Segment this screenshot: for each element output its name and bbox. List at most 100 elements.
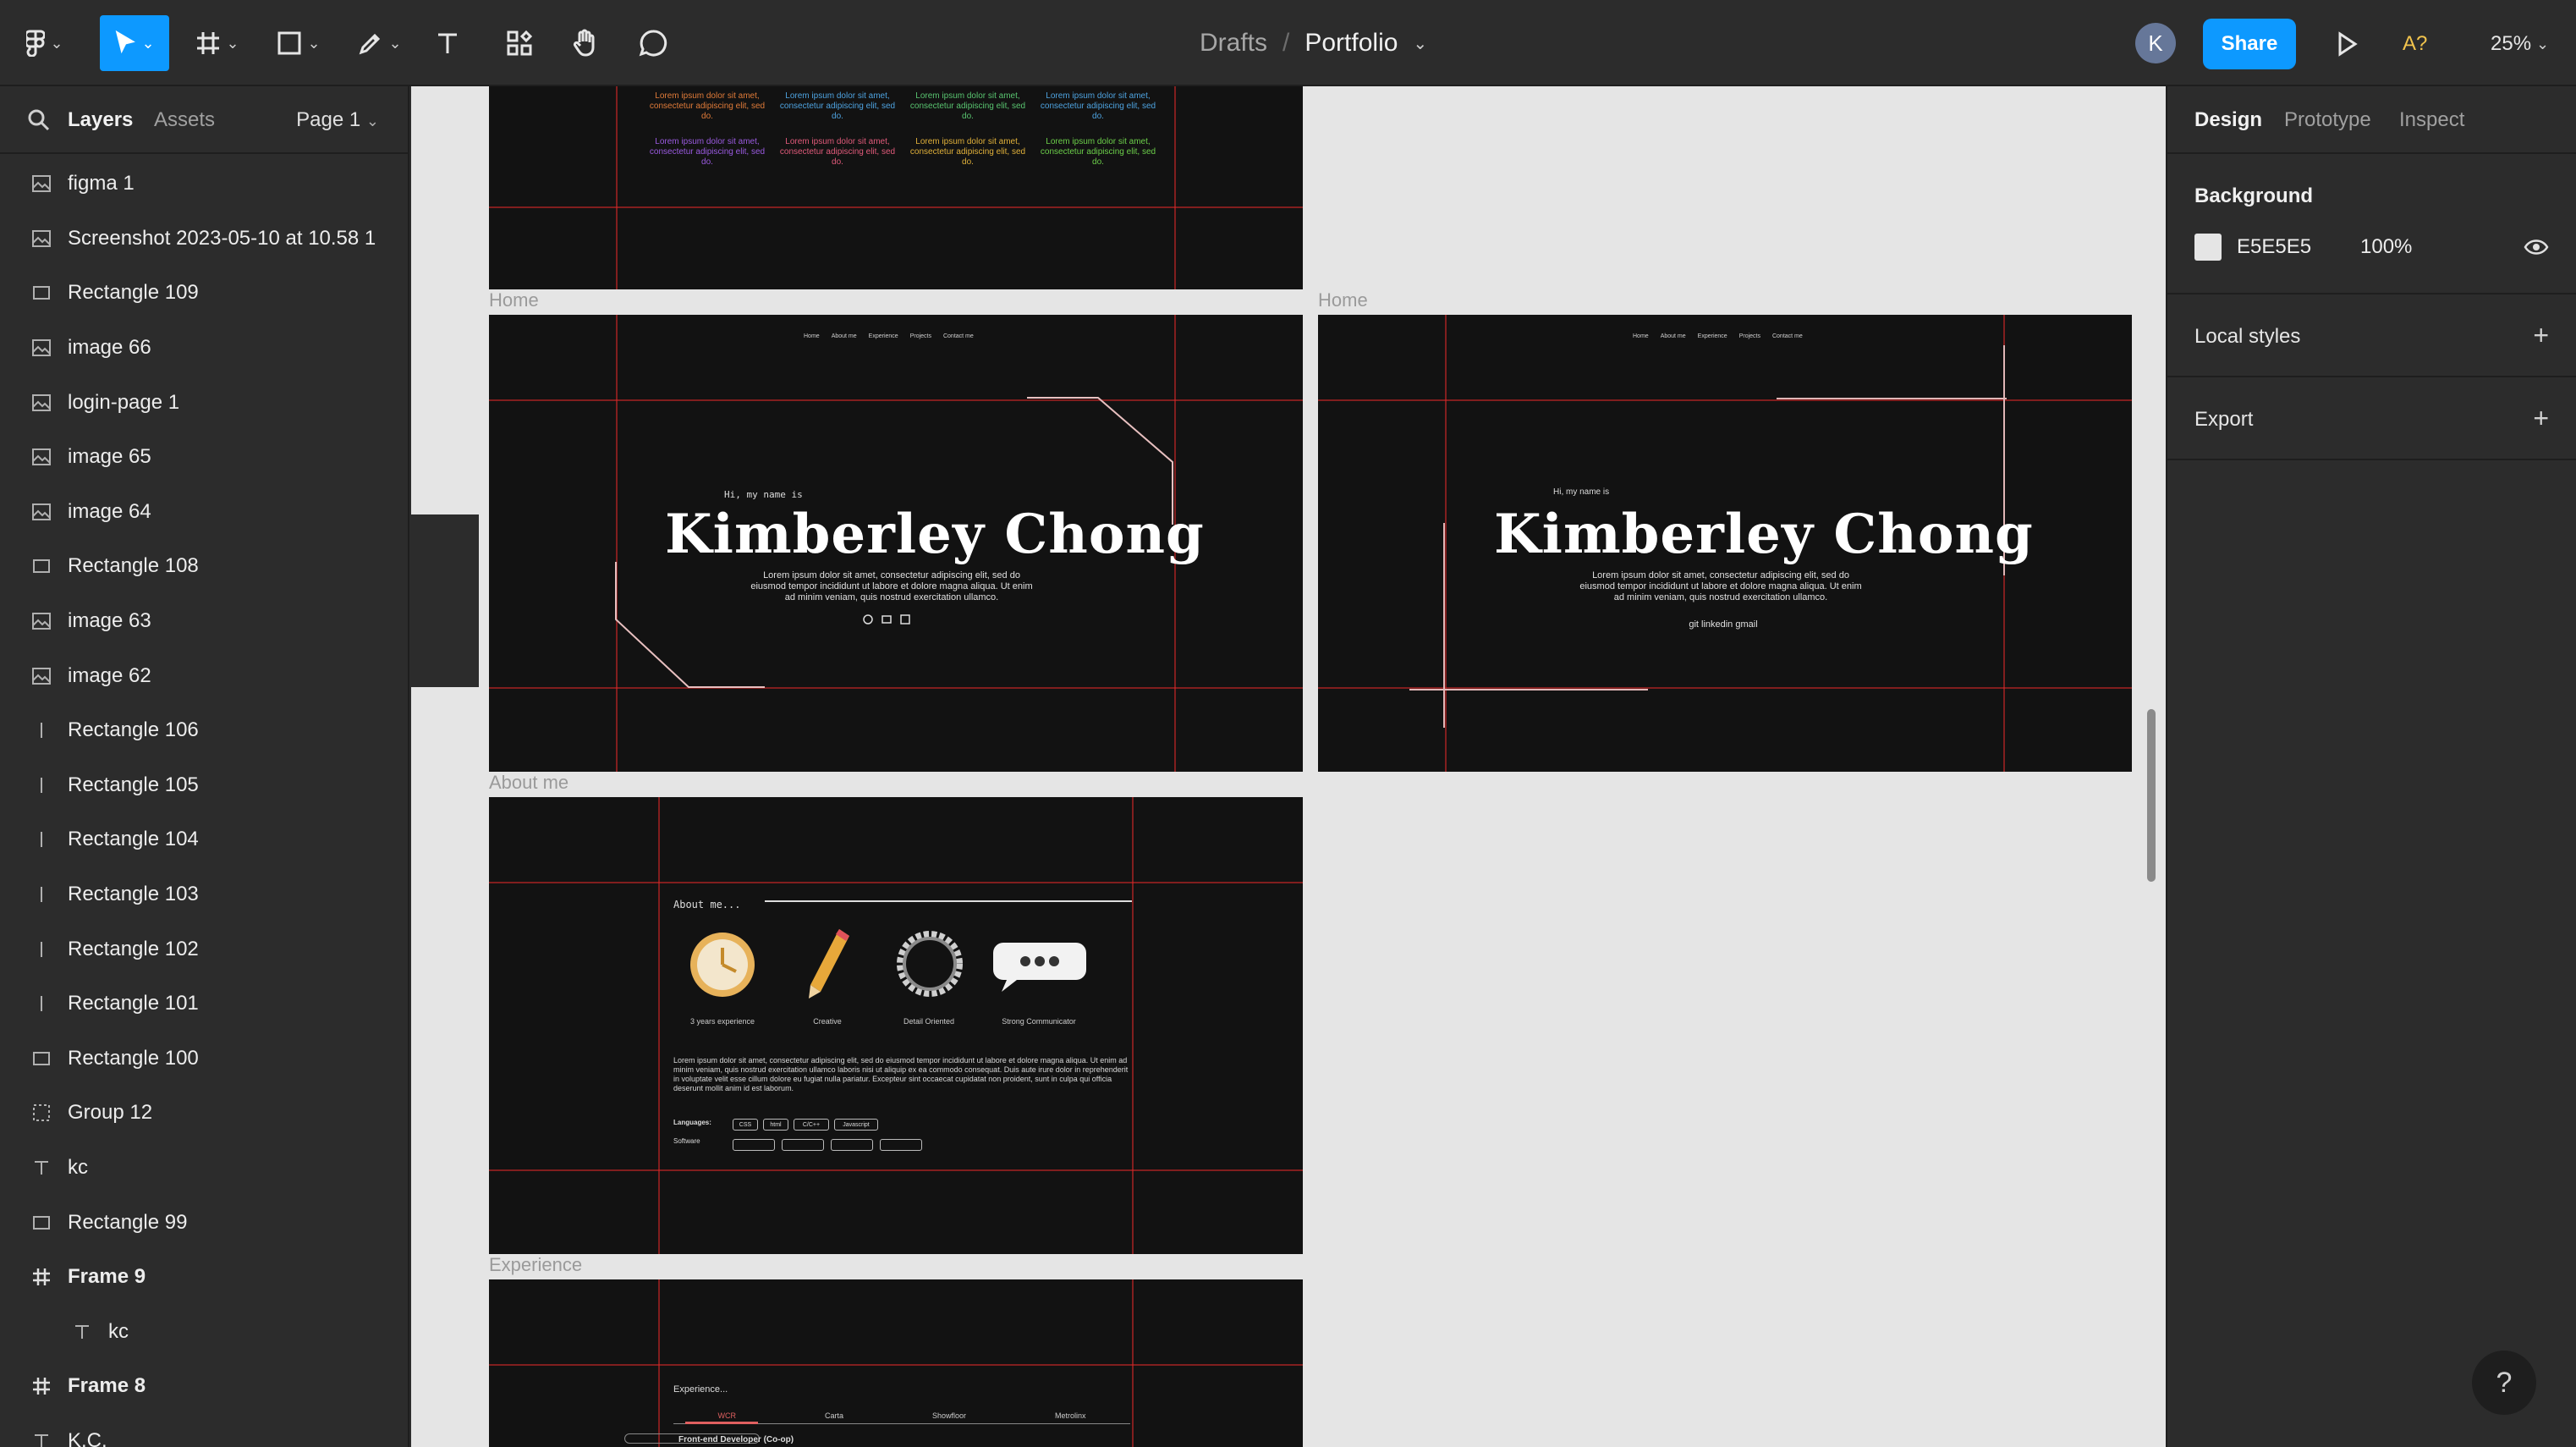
layer-row[interactable]: image 63 <box>0 594 408 649</box>
layer-row[interactable]: figma 1 <box>0 157 408 212</box>
layer-row[interactable]: Rectangle 104 <box>0 812 408 867</box>
speech-bubble-icon <box>993 943 1086 992</box>
tab-assets[interactable]: Assets <box>154 108 215 132</box>
breadcrumb-drafts[interactable]: Drafts <box>1200 29 1267 58</box>
move-tool-button[interactable]: ⌄ <box>100 15 169 71</box>
layer-list: figma 1 Screenshot 2023-05-10 at 10.58 1 R… <box>0 154 408 1447</box>
layer-row[interactable]: kc <box>0 1141 408 1196</box>
layer-row[interactable]: Rectangle 106 <box>0 703 408 758</box>
layer-row[interactable]: Group 12 <box>0 1086 408 1141</box>
text-tool-button[interactable] <box>431 15 464 71</box>
frame-home-1[interactable]: Home About me Experience Projects Contac… <box>489 315 1303 772</box>
layer-name: K.C. <box>68 1428 107 1447</box>
tab-inspect[interactable]: Inspect <box>2399 108 2464 132</box>
search-icon[interactable] <box>27 108 51 132</box>
frame-experience[interactable]: Experience... WCR Carta Showfloor Metrol… <box>489 1279 1303 1447</box>
layer-row[interactable]: Rectangle 103 <box>0 867 408 922</box>
left-panel-tabs: Layers Assets Page 1 ⌄ <box>0 86 408 154</box>
frame-label-home[interactable]: Home <box>1318 289 1368 311</box>
software-tag <box>782 1139 824 1151</box>
layer-name: image 64 <box>68 499 151 523</box>
zoom-menu[interactable]: 25% ⌄ <box>2491 27 2549 61</box>
guide-line <box>1132 1279 1134 1447</box>
layer-row[interactable]: image 64 <box>0 485 408 540</box>
frame-tool-button[interactable]: ⌄ <box>188 15 247 71</box>
play-icon <box>2338 31 2358 57</box>
frame-label-experience[interactable]: Experience <box>489 1254 582 1276</box>
share-button[interactable]: Share <box>2203 19 2296 69</box>
layer-row[interactable]: image 66 <box>0 321 408 376</box>
help-button[interactable]: ? <box>2472 1351 2536 1415</box>
background-hex-input[interactable]: E5E5E5 <box>2237 235 2311 259</box>
text-icon <box>30 1157 52 1179</box>
pen-icon <box>360 33 381 55</box>
pen-tool-button[interactable]: ⌄ <box>350 15 409 71</box>
main-menu-button[interactable]: ⌄ <box>19 15 71 71</box>
image-icon <box>30 610 52 632</box>
layer-name: login-page 1 <box>68 390 180 414</box>
image-icon <box>30 501 52 523</box>
frame-icon <box>30 1375 52 1397</box>
chevron-down-icon: ⌄ <box>141 34 155 52</box>
nav-item: Home <box>1633 333 1649 339</box>
tab-prototype[interactable]: Prototype <box>2284 108 2371 132</box>
chevron-down-icon: ⌄ <box>226 34 239 52</box>
decorative-line <box>1409 689 1648 690</box>
chevron-down-icon: ⌄ <box>2536 35 2550 52</box>
frame-label-home[interactable]: Home <box>489 289 539 311</box>
file-name[interactable]: Portfolio <box>1304 29 1398 58</box>
frame-home-2[interactable]: Home About me Experience Projects Contac… <box>1318 315 2132 772</box>
comment-tool-button[interactable] <box>634 15 672 71</box>
eye-icon[interactable] <box>2524 237 2549 257</box>
color-sample: Lorem ipsum dolor sit amet, consectetur … <box>909 91 1026 121</box>
chevron-down-icon: ⌄ <box>388 34 402 52</box>
shape-tool-button[interactable]: ⌄ <box>269 15 328 71</box>
layer-name: Rectangle 99 <box>68 1210 188 1234</box>
layer-row[interactable]: Screenshot 2023-05-10 at 10.58 1 <box>0 212 408 267</box>
frame-label-about[interactable]: About me <box>489 772 568 794</box>
present-button[interactable] <box>2332 29 2362 59</box>
add-style-plus-icon[interactable]: + <box>2533 322 2549 349</box>
about-title: About me... <box>673 899 741 911</box>
about-description: Lorem ipsum dolor sit amet, consectetur … <box>673 1056 1129 1092</box>
layer-row[interactable]: kc <box>0 1304 408 1359</box>
tab-design[interactable]: Design <box>2194 108 2262 132</box>
line-icon <box>30 828 52 850</box>
experience-tab: Showfloor <box>931 1411 966 1420</box>
layer-name: kc <box>108 1319 129 1343</box>
layer-row[interactable]: Rectangle 99 <box>0 1195 408 1250</box>
resources-button[interactable] <box>501 15 538 71</box>
layer-row[interactable]: login-page 1 <box>0 375 408 430</box>
experience-tab: Metrolinx <box>1054 1411 1086 1420</box>
page-selector[interactable]: Page 1 ⌄ <box>296 108 379 132</box>
background-color-swatch[interactable] <box>2194 234 2222 261</box>
layer-row[interactable]: K.C. <box>0 1414 408 1447</box>
nav-item: Experience <box>1697 333 1727 339</box>
frame-about[interactable]: About me... 3 years experience Creative … <box>489 797 1303 1254</box>
background-title: Background <box>2194 184 2314 207</box>
experience-title: Experience... <box>673 1384 728 1395</box>
tab-layers[interactable]: Layers <box>68 108 133 132</box>
layer-row[interactable]: Rectangle 109 <box>0 266 408 321</box>
layer-row[interactable]: Rectangle 101 <box>0 977 408 1032</box>
avatar[interactable]: K <box>2135 23 2176 63</box>
layer-row[interactable]: image 62 <box>0 648 408 703</box>
layer-row[interactable]: Rectangle 100 <box>0 1032 408 1087</box>
canvas[interactable]: Lorem ipsum dolor sit amet, consectetur … <box>411 86 2166 1447</box>
canvas-scrollbar[interactable] <box>2147 709 2156 882</box>
layer-row[interactable]: Rectangle 108 <box>0 539 408 594</box>
frame-colors[interactable]: Lorem ipsum dolor sit amet, consectetur … <box>489 86 1303 289</box>
layer-row[interactable]: Rectangle 102 <box>0 922 408 977</box>
rectangle-icon <box>30 555 52 577</box>
language-tag: C/C++ <box>794 1119 829 1131</box>
background-opacity-input[interactable]: 100% <box>2360 235 2412 259</box>
accessibility-check-button[interactable]: A? <box>2403 29 2427 59</box>
hand-tool-button[interactable] <box>567 15 604 71</box>
chevron-down-icon[interactable]: ⌄ <box>1413 33 1427 54</box>
software-tag <box>880 1139 922 1151</box>
layer-row[interactable]: Rectangle 105 <box>0 758 408 813</box>
add-export-plus-icon[interactable]: + <box>2533 404 2549 432</box>
layer-row[interactable]: Frame 9 <box>0 1250 408 1305</box>
layer-row[interactable]: Frame 8 <box>0 1359 408 1414</box>
layer-row[interactable]: image 65 <box>0 430 408 485</box>
